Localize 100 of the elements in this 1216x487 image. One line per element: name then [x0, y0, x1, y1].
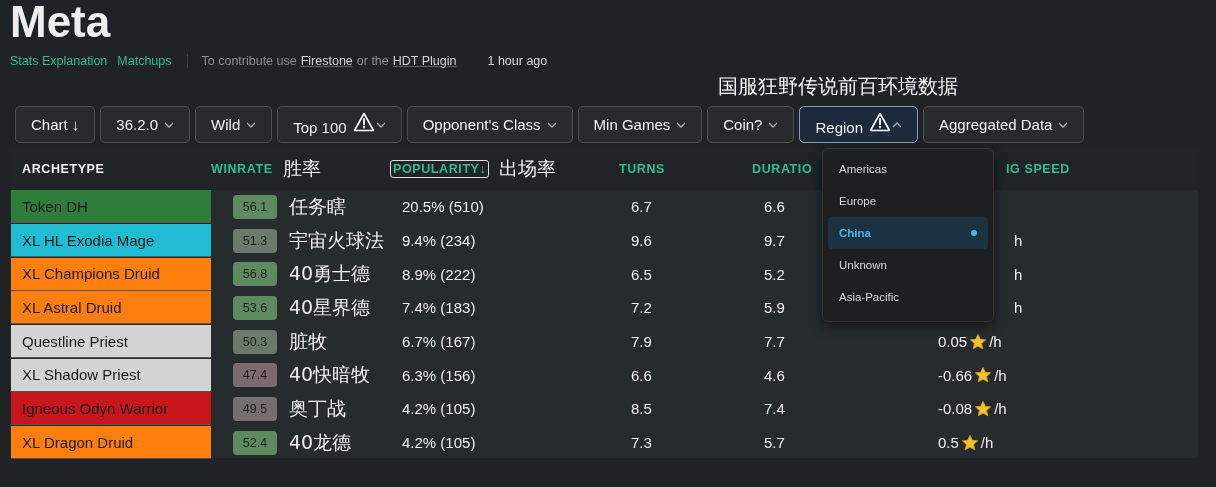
- caret-icon: [1058, 121, 1069, 128]
- column-header[interactable]: WINRATE: [211, 162, 273, 176]
- warning-icon: [352, 111, 375, 132]
- winrate-badge: 56.1: [233, 194, 277, 219]
- filter-button[interactable]: Min Games: [577, 106, 703, 143]
- filter-button[interactable]: Chart ↓: [15, 106, 96, 143]
- table-cell: 5.7: [764, 434, 785, 452]
- winrate-badge: 53.6: [233, 295, 277, 320]
- winrate-badge: 52.4: [233, 430, 277, 455]
- star-icon: [974, 399, 993, 418]
- firestone-link[interactable]: Firestone: [300, 54, 353, 68]
- filter-button[interactable]: Wild: [195, 106, 273, 143]
- table-cell: -0.66: [938, 366, 973, 384]
- filter-button[interactable]: 36.2.0: [100, 106, 191, 143]
- filter-button[interactable]: Top 100: [277, 106, 402, 143]
- warning-icon: [869, 111, 891, 132]
- column-header[interactable]: TURNS: [619, 162, 666, 176]
- caret-icon: [892, 121, 902, 128]
- annotation-text: 40快暗牧: [289, 362, 371, 388]
- archetype-cell[interactable]: XL Shadow Priest: [11, 358, 211, 392]
- menu-item[interactable]: China: [828, 217, 988, 249]
- table-cell: 7.3: [631, 434, 652, 452]
- annotation-text: 40星界德: [289, 294, 371, 320]
- table-cell: -0.08: [938, 400, 973, 418]
- caret-icon: [246, 121, 257, 128]
- table-cell: h: [1014, 299, 1023, 317]
- table-cell: 9.7: [764, 232, 785, 250]
- table-cell: 7.7: [764, 333, 785, 351]
- menu-item[interactable]: Europe: [828, 185, 988, 217]
- contribute-text: or the: [356, 54, 389, 68]
- table-cell: 4.2% (105): [402, 400, 476, 418]
- star-icon: [974, 366, 993, 385]
- table-cell: 7.4% (183): [402, 299, 476, 317]
- annotation-text: 任务瞎: [289, 193, 346, 219]
- table-cell: 5.2: [764, 265, 785, 283]
- annotation-text: 出场率: [499, 156, 557, 181]
- star-icon: [969, 332, 988, 351]
- table-cell: /h: [980, 434, 994, 452]
- annotation-text: 奥丁战: [289, 395, 346, 421]
- table-cell: 5.9: [764, 299, 785, 317]
- menu-item[interactable]: Asia-Pacific: [828, 281, 988, 313]
- column-header[interactable]: ARCHETYPE: [22, 162, 105, 176]
- table-cell: 8.9% (222): [402, 265, 476, 283]
- table-cell: 6.7% (167): [402, 333, 476, 351]
- caret-icon: [164, 121, 175, 128]
- winrate-badge: 47.4: [233, 363, 277, 388]
- column-header[interactable]: POPULARITY↓: [390, 160, 490, 178]
- table-cell: 7.2: [631, 299, 652, 317]
- updated-time: 1 hour ago: [487, 54, 548, 68]
- caret-icon: [768, 121, 779, 128]
- plugin-link[interactable]: HDT Plugin: [392, 54, 457, 68]
- archetype-cell[interactable]: Questline Priest: [11, 325, 211, 359]
- table-cell: /h: [994, 400, 1007, 418]
- star-icon: [960, 433, 979, 452]
- nav-link[interactable]: Stats Explanation: [10, 54, 108, 68]
- winrate-badge: 49.5: [233, 396, 277, 421]
- annotation-text: 国服狂野传说前百环境数据: [718, 72, 958, 100]
- caret-icon: [546, 121, 557, 128]
- menu-item[interactable]: Americas: [828, 153, 988, 185]
- filter-button[interactable]: Coin?: [707, 106, 795, 143]
- page-title: Meta: [10, 0, 112, 46]
- archetype-cell[interactable]: XL Champions Druid: [11, 257, 211, 291]
- nav-link[interactable]: Matchups: [117, 54, 172, 68]
- table-cell: /h: [994, 366, 1007, 384]
- caret-icon: [676, 121, 687, 128]
- annotation-text: 40龙德: [289, 429, 352, 455]
- table-cell: 6.6: [631, 366, 652, 384]
- table-cell: 9.6: [631, 232, 652, 250]
- caret-icon: [375, 121, 386, 128]
- column-header[interactable]: DURATIO: [752, 162, 813, 176]
- column-header[interactable]: IG SPEED: [1006, 162, 1070, 176]
- table-cell: 0.05: [938, 333, 968, 351]
- table-cell: 0.5: [938, 434, 959, 452]
- filter-button[interactable]: Opponent's Class: [406, 106, 573, 143]
- table-cell: 9.4% (234): [402, 232, 476, 250]
- archetype-cell[interactable]: XL Dragon Druid: [11, 426, 211, 460]
- annotation-text: 胜率: [282, 156, 321, 181]
- filter-button[interactable]: Region: [799, 106, 918, 143]
- winrate-badge: 51.3: [233, 228, 277, 253]
- table-cell: /h: [989, 333, 1002, 351]
- table-cell: 7.4: [764, 400, 785, 418]
- table-cell: h: [1014, 232, 1023, 250]
- table-cell: 4.2% (105): [402, 434, 476, 452]
- annotation-text: 宇宙火球法: [289, 227, 384, 253]
- table-cell: 4.6: [764, 366, 785, 384]
- table-cell: 8.5: [631, 400, 652, 418]
- table-cell: 6.5: [631, 265, 652, 283]
- menu-item[interactable]: Unknown: [828, 249, 988, 281]
- winrate-badge: 50.3: [233, 329, 277, 354]
- table-cell: 7.9: [631, 333, 652, 351]
- archetype-cell[interactable]: XL Astral Druid: [11, 291, 211, 325]
- archetype-cell[interactable]: XL HL Exodia Mage: [11, 224, 211, 258]
- table-cell: 6.3% (156): [402, 366, 476, 384]
- table-cell: 6.7: [631, 198, 652, 216]
- annotation-text: 脏牧: [289, 328, 327, 354]
- table-cell: h: [1014, 265, 1023, 283]
- contribute-text: To contribute use: [201, 54, 297, 68]
- table-cell: 6.6: [764, 198, 785, 216]
- filter-button[interactable]: Aggregated Data: [923, 106, 1085, 143]
- table-cell: 20.5% (510): [402, 198, 484, 216]
